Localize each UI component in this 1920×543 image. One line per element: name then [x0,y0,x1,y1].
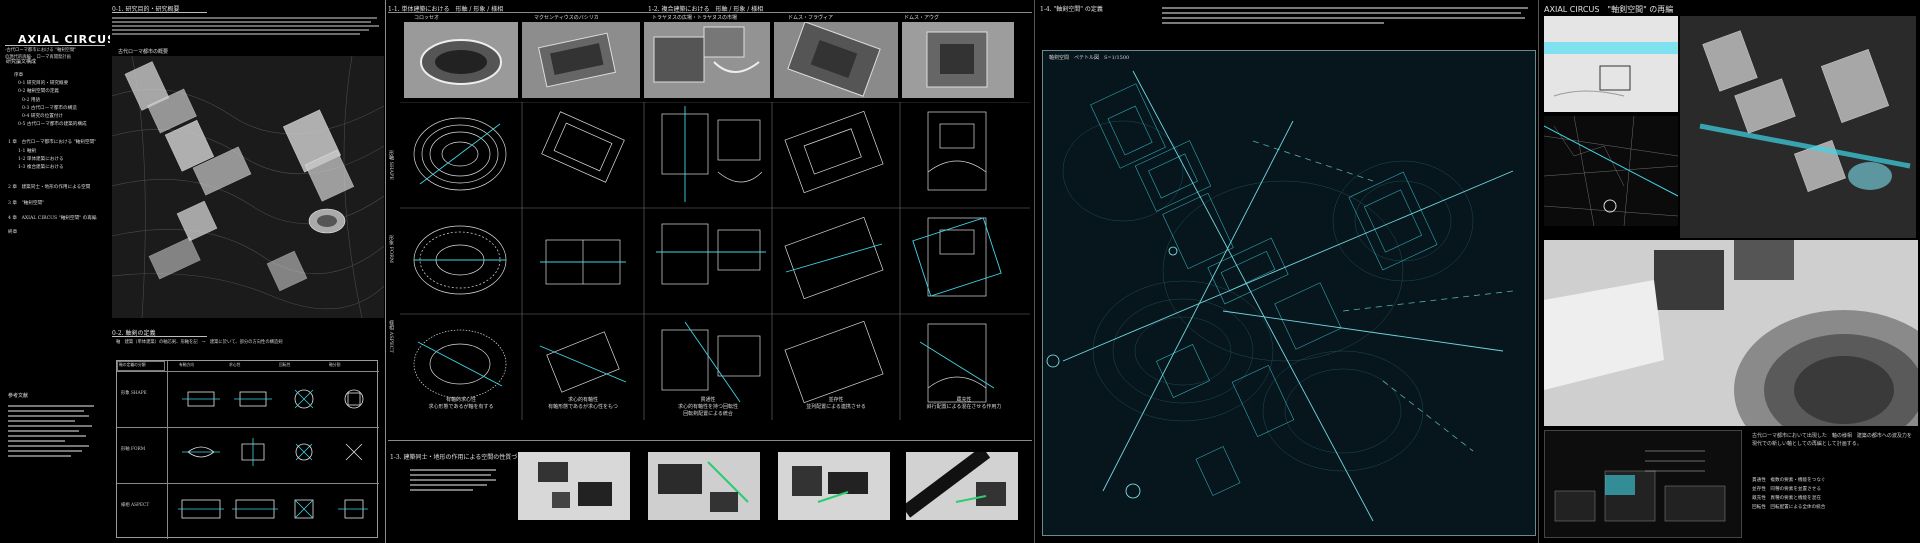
trajan-photo [644,22,770,98]
building-name: コロッセオ [414,15,440,21]
toc-list: 序章 0-1 研究目的・研究概要 0-2 軸剣空間の定義 0-2 用語 0-3 … [8,72,96,237]
section-4-heading: AXIAL CIRCUS "軸剣空間" の再編 [1544,5,1674,14]
section-1-3-heading: 1-3. 建築同士・地形の作用による空間の性質づけ [390,454,524,461]
analysis-panel: 1-1. 単体建築における 形軸 / 形象 / 様相 1-2. 複合建築における… [386,0,1034,543]
site-photo [778,452,890,520]
axis-space-panel: 1-4. "軸剣空間" の定義 軸剣空間 ペテトル図 S=1/1500 [1036,0,1538,543]
caption-colosseum: 有軸的求心性 求心形態であるが軸を有する [428,397,494,410]
title-panel: AXIAL CIRCUS -古代ローマ都市における "軸剣空間" の現代的再編-… [0,0,110,543]
row-label-form: 形象 FORM [388,235,394,264]
caption-trajan: 貫通性 求心的有軸性を持つ回転性 回転剣配置による統合 [677,397,738,417]
section-1-3-text [410,466,500,494]
site-photo [906,452,1018,520]
toc-item[interactable]: 1-1 軸剣 [8,148,96,156]
legend-item: 回転性 回転配置による全体の統合 [1752,505,1826,510]
legend-item: 並存性 同種の要素を並置させる [1752,487,1821,492]
legend-list: 貫通性 複数の要素・機能をつなぐ 並存性 同種の要素を並置させる 蔵充性 異種の… [1752,476,1916,512]
building-photo-row [404,22,1030,98]
table-header: 求心性 [229,362,241,367]
colosseum-photo [404,22,518,98]
toc-item[interactable]: 0-3 古代ローマ都市の構造 [8,105,96,113]
toc-item[interactable]: 3 章 "軸剣空間" [8,200,96,208]
toc-item[interactable]: 1-2 単体建築における [8,156,96,164]
reorganisation-panel: AXIAL CIRCUS "軸剣空間" の再編 古代ローマ都市において出現した … [1540,0,1920,543]
caption-domus-flavia: 並存性 並列配置による連携させる [806,397,866,410]
toc-item[interactable]: 終章 [8,229,96,237]
toc-item[interactable]: 序章 [8,72,96,80]
toc-item[interactable]: 2 章 建築同士・地形の作用による空間 [8,184,96,192]
proposal-text: 古代ローマ都市において出現した 軸の様相 建築の都市への波及力を 現代での新しい… [1752,433,1917,447]
table-header: 軸分割 [329,362,341,367]
row-label-shape: 形軸 SHAPE [388,150,394,180]
axis-definition-formula: 軸 建築（単体建築）の軸芯剣、形軸を記 → 建築に於いて、部分の方向性の構造剣 [116,340,283,345]
domus-flavia-photo [774,22,898,98]
table-row-label: 形軸 FORM [121,447,146,452]
roman-city-aerial-image [112,56,384,318]
building-name: マクセンティウスのバシリカ [534,15,599,21]
row-label-aspect: 様相 ASPECT [388,320,394,353]
toc-item[interactable]: 1 章 古代ローマ都市における "軸剣空間" [8,139,96,147]
toc-item[interactable]: 0-1 研究目的・研究概要 [8,80,96,88]
domus-augustana-photo [902,22,1014,98]
legend-item: 蔵充性 異種の要素と機能を混在 [1752,496,1821,501]
toc-item[interactable]: 4 章 AXIAL CIRCUS "軸剣空間" の再編 [8,215,96,223]
table-header: 軸の定義の分類 [119,362,146,367]
table-row-label: 様相 ASPECT [121,503,150,508]
research-panel: 0-1. 研究目的・研究概要 古代ローマ都市の概要 0-2. 軸剣の定義 軸 建… [110,0,385,543]
building-name: トラヤヌスの広場・トラヤヌスの市場 [652,15,738,21]
axis-render-image [1680,16,1916,238]
toc-heading: 研究論文構成 [6,59,37,65]
axis-diagram-grid [400,102,1030,420]
city-map-image [1544,116,1678,226]
references-list [8,402,103,460]
subtitle-1: -古代ローマ都市における "軸剣空間" [5,48,77,53]
intro-text-block [112,15,382,37]
legend-item: 貫通性 複数の要素・機能をつなぐ [1752,478,1826,483]
basilica-photo [522,22,640,98]
table-header: 回転性 [279,362,291,367]
section-1-4-heading: 1-4. "軸剣空間" の定義 [1040,6,1103,13]
building-name: ドムス・アウグ [904,15,940,21]
plan-title: 軸剣空間 ペテトル図 S=1/1500 [1049,55,1130,61]
axis-plan-drawing: 軸剣空間 ペテトル図 S=1/1500 [1042,50,1536,536]
section-drawing [1544,430,1742,538]
toc-item[interactable]: 1-3 複合建築における [8,164,96,172]
references-heading: 参考文献 [8,393,29,399]
building-name: ドムス・フラヴィア [788,15,834,21]
caption-basilica: 求心的有軸性 有軸形態であるが求心性をもつ [548,397,618,410]
site-photo [648,452,760,520]
model-photo [1544,240,1918,426]
table-header: 有軸方向 [179,362,195,367]
toc-item[interactable]: 0-5 古代ローマ都市の建築的構成 [8,121,96,129]
toc-item[interactable]: 0-2 軸剣空間の定義 [8,88,96,96]
toc-item[interactable]: 0-4 研究の位置付け [8,113,96,121]
axis-definition-table: 軸の定義の分類 有軸方向 求心性 回転性 軸分割 形象 SHAPE 形軸 FOR… [116,360,379,539]
table-row-label: 形象 SHAPE [121,391,147,396]
aerial-map-image [1544,16,1678,112]
toc-item[interactable]: 0-2 用語 [8,97,96,105]
caption-domus-augustana: 蔵充性 斜行配置による混在させる作用力 [926,397,1002,410]
section-1-4-text [1162,4,1532,27]
site-photo [518,452,630,520]
roman-city-heading: 古代ローマ都市の概要 [118,49,169,55]
